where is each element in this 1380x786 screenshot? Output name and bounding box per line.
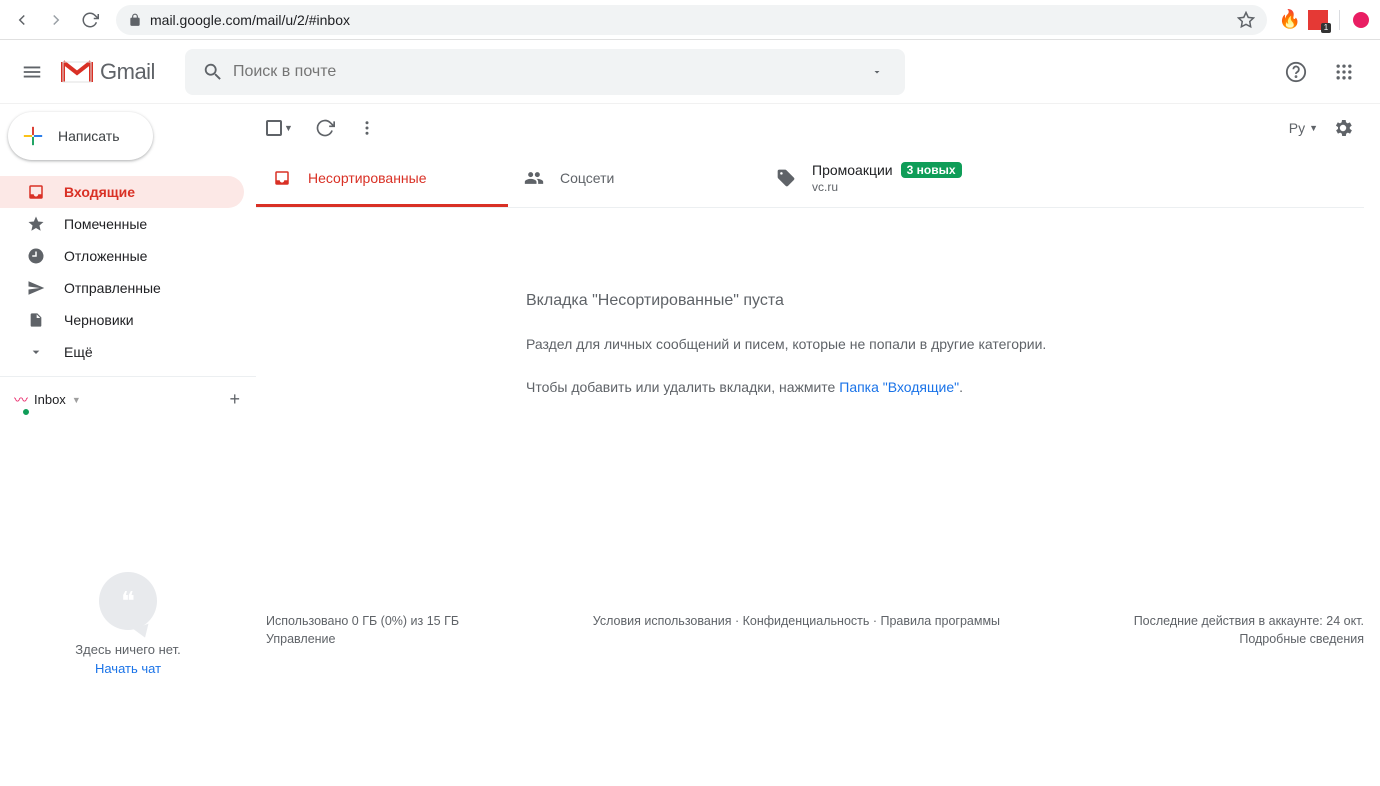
sidebar-item-inbox[interactable]: Входящие <box>0 176 244 208</box>
empty-action-prefix: Чтобы добавить или удалить вкладки, нажм… <box>526 379 839 395</box>
send-icon <box>26 279 46 297</box>
category-tabs: Несортированные Соцсети Промоакции 3 нов… <box>256 152 1364 208</box>
empty-action: Чтобы добавить или удалить вкладки, нажм… <box>526 379 1076 395</box>
sidebar: Написать Входящие Помеченные Отложенные … <box>0 104 256 786</box>
content-area: Вкладка "Несортированные" пуста Раздел д… <box>256 208 1364 786</box>
compose-label: Написать <box>58 128 119 144</box>
tab-primary[interactable]: Несортированные <box>256 152 508 207</box>
hangouts-user-selector[interactable]: 〰 Inbox ▼ <box>14 390 81 410</box>
language-label: Ру <box>1289 120 1305 136</box>
browser-forward-button[interactable] <box>42 6 70 34</box>
tab-label: Промоакции <box>812 162 893 178</box>
search-icon[interactable] <box>193 52 233 92</box>
gmail-logo-text: Gmail <box>100 59 155 85</box>
select-all-checkbox[interactable]: ▼ <box>266 120 293 136</box>
gmail-logo[interactable]: Gmail <box>60 59 155 85</box>
tab-label: Несортированные <box>308 170 427 186</box>
star-icon <box>26 215 46 233</box>
main-menu-button[interactable] <box>8 48 56 96</box>
profile-avatar[interactable] <box>1350 9 1372 31</box>
storage-text: Использовано 0 ГБ (0%) из 15 ГБ <box>266 614 459 628</box>
clock-icon <box>26 247 46 265</box>
footer-storage: Использовано 0 ГБ (0%) из 15 ГБ Управлен… <box>266 614 459 646</box>
settings-button[interactable] <box>1332 117 1354 139</box>
details-link[interactable]: Подробные сведения <box>1134 632 1364 646</box>
file-icon <box>26 311 46 329</box>
extension-red-icon[interactable]: 1 <box>1307 9 1329 31</box>
refresh-button[interactable] <box>315 118 335 138</box>
lock-icon <box>128 13 142 27</box>
hangouts-empty-state: ❝ Здесь ничего нет. Начать чат <box>0 414 256 786</box>
inbox-icon <box>26 183 46 201</box>
empty-state: Вкладка "Несортированные" пуста Раздел д… <box>256 208 1076 395</box>
apps-grid-button[interactable] <box>1324 52 1364 92</box>
chevron-down-icon <box>26 344 46 360</box>
hangouts-add-button[interactable]: + <box>229 389 240 410</box>
sidebar-item-starred[interactable]: Помеченные <box>0 208 244 240</box>
compose-plus-icon <box>22 125 44 147</box>
inbox-settings-link[interactable]: Папка "Входящие" <box>839 379 959 395</box>
tab-promotions[interactable]: Промоакции 3 новых vc.ru <box>760 152 1012 207</box>
manage-storage-link[interactable]: Управление <box>266 632 459 646</box>
sidebar-item-label: Отправленные <box>64 280 161 296</box>
sidebar-item-sent[interactable]: Отправленные <box>0 272 244 304</box>
empty-title: Вкладка "Несортированные" пуста <box>526 292 1076 310</box>
app-header: Gmail <box>0 40 1380 104</box>
privacy-link[interactable]: Конфиденциальность <box>743 614 870 628</box>
browser-reload-button[interactable] <box>76 6 104 34</box>
hangouts-bubble-icon: ❝ <box>99 572 157 630</box>
hangouts-section: 〰 Inbox ▼ + <box>0 377 256 414</box>
extension-badge: 1 <box>1321 23 1331 33</box>
tab-label: Соцсети <box>560 170 614 186</box>
footer-legal: Условия использования · Конфиденциальнос… <box>593 614 1000 646</box>
support-button[interactable] <box>1276 52 1316 92</box>
new-badge: 3 новых <box>901 162 962 178</box>
toolbar: ▼ Ру ▼ <box>256 104 1364 152</box>
sidebar-item-label: Входящие <box>64 184 135 200</box>
divider <box>1339 10 1340 30</box>
sidebar-item-label: Ещё <box>64 344 93 360</box>
more-button[interactable] <box>357 118 377 138</box>
footer: Использовано 0 ГБ (0%) из 15 ГБ Управлен… <box>256 606 1364 786</box>
browser-back-button[interactable] <box>8 6 36 34</box>
tab-subtitle: vc.ru <box>812 180 962 194</box>
sidebar-item-label: Черновики <box>64 312 134 328</box>
url-text: mail.google.com/mail/u/2/#inbox <box>150 12 1229 28</box>
presence-indicator <box>22 408 30 416</box>
footer-activity: Последние действия в аккаунте: 24 окт. П… <box>1134 614 1364 646</box>
activity-text: Последние действия в аккаунте: 24 окт. <box>1134 614 1364 628</box>
chevron-down-icon: ▼ <box>284 123 293 133</box>
chevron-down-icon: ▼ <box>1309 123 1318 133</box>
people-icon <box>524 168 544 188</box>
address-bar[interactable]: mail.google.com/mail/u/2/#inbox <box>116 5 1267 35</box>
bookmark-star-icon[interactable] <box>1237 11 1255 29</box>
tag-icon <box>776 168 796 188</box>
empty-description: Раздел для личных сообщений и писем, кот… <box>526 334 1076 355</box>
main-panel: ▼ Ру ▼ Нес <box>256 104 1380 786</box>
empty-action-suffix: . <box>959 379 963 395</box>
sidebar-item-snoozed[interactable]: Отложенные <box>0 240 244 272</box>
search-options-dropdown[interactable] <box>857 52 897 92</box>
tab-social[interactable]: Соцсети <box>508 152 760 207</box>
hangouts-user-label: Inbox <box>34 392 66 407</box>
sidebar-item-more[interactable]: Ещё <box>0 336 244 368</box>
search-box[interactable] <box>185 49 905 95</box>
terms-link[interactable]: Условия использования <box>593 614 732 628</box>
search-input[interactable] <box>233 63 857 81</box>
extension-flame-icon[interactable]: 🔥 <box>1279 9 1301 31</box>
compose-button[interactable]: Написать <box>8 112 153 160</box>
input-language-button[interactable]: Ру ▼ <box>1289 120 1318 136</box>
gmail-logo-icon <box>60 59 94 85</box>
sidebar-item-label: Отложенные <box>64 248 147 264</box>
sidebar-item-drafts[interactable]: Черновики <box>0 304 244 336</box>
sidebar-item-label: Помеченные <box>64 216 147 232</box>
chevron-down-icon: ▼ <box>72 395 81 405</box>
inbox-icon <box>272 169 292 187</box>
hangouts-empty-text: Здесь ничего нет. <box>75 642 180 657</box>
hangouts-user-icon: 〰 <box>14 390 28 410</box>
policies-link[interactable]: Правила программы <box>881 614 1001 628</box>
nav-list: Входящие Помеченные Отложенные Отправлен… <box>0 176 256 368</box>
browser-toolbar: mail.google.com/mail/u/2/#inbox 🔥 1 <box>0 0 1380 40</box>
start-chat-link[interactable]: Начать чат <box>95 661 161 676</box>
